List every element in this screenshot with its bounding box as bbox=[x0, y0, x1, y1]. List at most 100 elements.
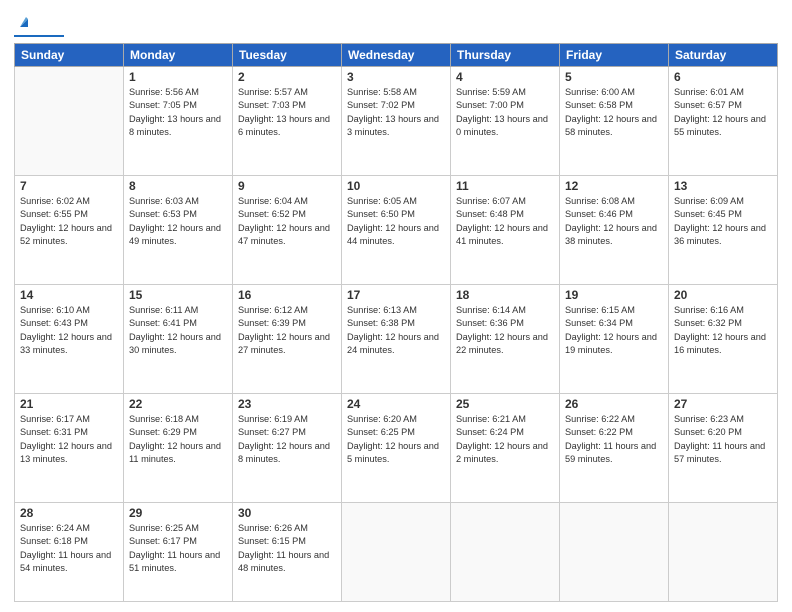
calendar-cell: 10 Sunrise: 6:05 AMSunset: 6:50 PMDayligh… bbox=[342, 175, 451, 284]
calendar-cell: 27 Sunrise: 6:23 AMSunset: 6:20 PMDayligh… bbox=[669, 393, 778, 502]
header-thursday: Thursday bbox=[451, 44, 560, 67]
day-number: 25 bbox=[456, 397, 554, 411]
calendar-cell: 5 Sunrise: 6:00 AMSunset: 6:58 PMDaylight… bbox=[560, 67, 669, 176]
calendar-cell: 3 Sunrise: 5:58 AMSunset: 7:02 PMDaylight… bbox=[342, 67, 451, 176]
calendar-cell: 18 Sunrise: 6:14 AMSunset: 6:36 PMDayligh… bbox=[451, 284, 560, 393]
day-info: Sunrise: 6:22 AMSunset: 6:22 PMDaylight:… bbox=[565, 413, 663, 466]
calendar-cell: 24 Sunrise: 6:20 AMSunset: 6:25 PMDayligh… bbox=[342, 393, 451, 502]
day-number: 16 bbox=[238, 288, 336, 302]
page: Sunday Monday Tuesday Wednesday Thursday… bbox=[0, 0, 792, 612]
day-info: Sunrise: 6:05 AMSunset: 6:50 PMDaylight:… bbox=[347, 195, 445, 248]
day-info: Sunrise: 6:14 AMSunset: 6:36 PMDaylight:… bbox=[456, 304, 554, 357]
day-info: Sunrise: 5:59 AMSunset: 7:00 PMDaylight:… bbox=[456, 86, 554, 139]
day-number: 21 bbox=[20, 397, 118, 411]
day-number: 13 bbox=[674, 179, 772, 193]
calendar-cell bbox=[451, 502, 560, 601]
header-wednesday: Wednesday bbox=[342, 44, 451, 67]
day-number: 22 bbox=[129, 397, 227, 411]
header-saturday: Saturday bbox=[669, 44, 778, 67]
day-info: Sunrise: 6:00 AMSunset: 6:58 PMDaylight:… bbox=[565, 86, 663, 139]
day-number: 6 bbox=[674, 70, 772, 84]
calendar-cell: 15Sunrise: 6:11 AMSunset: 6:41 PMDayligh… bbox=[124, 284, 233, 393]
day-info: Sunrise: 6:18 AMSunset: 6:29 PMDaylight:… bbox=[129, 413, 227, 466]
week-row-5: 28 Sunrise: 6:24 AMSunset: 6:18 PMDayligh… bbox=[15, 502, 778, 601]
header-friday: Friday bbox=[560, 44, 669, 67]
calendar-cell: 29 Sunrise: 6:25 AMSunset: 6:17 PMDayligh… bbox=[124, 502, 233, 601]
day-number: 20 bbox=[674, 288, 772, 302]
week-row-1: 1Sunrise: 5:56 AMSunset: 7:05 PMDaylight… bbox=[15, 67, 778, 176]
logo-icon bbox=[16, 13, 32, 29]
calendar-cell: 7 Sunrise: 6:02 AMSunset: 6:55 PMDaylight… bbox=[15, 175, 124, 284]
week-row-2: 7 Sunrise: 6:02 AMSunset: 6:55 PMDaylight… bbox=[15, 175, 778, 284]
calendar-cell: 9 Sunrise: 6:04 AMSunset: 6:52 PMDaylight… bbox=[233, 175, 342, 284]
day-info: Sunrise: 6:25 AMSunset: 6:17 PMDaylight:… bbox=[129, 522, 227, 575]
calendar-cell: 28 Sunrise: 6:24 AMSunset: 6:18 PMDayligh… bbox=[15, 502, 124, 601]
day-info: Sunrise: 6:02 AMSunset: 6:55 PMDaylight:… bbox=[20, 195, 118, 248]
day-number: 4 bbox=[456, 70, 554, 84]
day-info: Sunrise: 6:16 AMSunset: 6:32 PMDaylight:… bbox=[674, 304, 772, 357]
day-number: 10 bbox=[347, 179, 445, 193]
calendar-cell: 17Sunrise: 6:13 AMSunset: 6:38 PMDayligh… bbox=[342, 284, 451, 393]
day-info: Sunrise: 6:10 AMSunset: 6:43 PMDaylight:… bbox=[20, 304, 118, 357]
day-number: 30 bbox=[238, 506, 336, 520]
calendar-cell: 20 Sunrise: 6:16 AMSunset: 6:32 PMDayligh… bbox=[669, 284, 778, 393]
header-tuesday: Tuesday bbox=[233, 44, 342, 67]
day-number: 27 bbox=[674, 397, 772, 411]
day-info: Sunrise: 6:01 AMSunset: 6:57 PMDaylight:… bbox=[674, 86, 772, 139]
day-number: 29 bbox=[129, 506, 227, 520]
day-info: Sunrise: 6:21 AMSunset: 6:24 PMDaylight:… bbox=[456, 413, 554, 466]
day-info: Sunrise: 6:07 AMSunset: 6:48 PMDaylight:… bbox=[456, 195, 554, 248]
day-number: 14 bbox=[20, 288, 118, 302]
day-info: Sunrise: 6:24 AMSunset: 6:18 PMDaylight:… bbox=[20, 522, 118, 575]
day-number: 23 bbox=[238, 397, 336, 411]
day-info: Sunrise: 5:56 AMSunset: 7:05 PMDaylight:… bbox=[129, 86, 227, 139]
calendar-cell: 1Sunrise: 5:56 AMSunset: 7:05 PMDaylight… bbox=[124, 67, 233, 176]
day-number: 24 bbox=[347, 397, 445, 411]
calendar-cell: 12Sunrise: 6:08 AMSunset: 6:46 PMDayligh… bbox=[560, 175, 669, 284]
day-number: 5 bbox=[565, 70, 663, 84]
day-number: 19 bbox=[565, 288, 663, 302]
day-info: Sunrise: 5:58 AMSunset: 7:02 PMDaylight:… bbox=[347, 86, 445, 139]
calendar-cell: 30Sunrise: 6:26 AMSunset: 6:15 PMDayligh… bbox=[233, 502, 342, 601]
logo-line bbox=[14, 35, 64, 37]
day-number: 7 bbox=[20, 179, 118, 193]
day-info: Sunrise: 6:04 AMSunset: 6:52 PMDaylight:… bbox=[238, 195, 336, 248]
calendar-cell: 14 Sunrise: 6:10 AMSunset: 6:43 PMDayligh… bbox=[15, 284, 124, 393]
calendar-table: Sunday Monday Tuesday Wednesday Thursday… bbox=[14, 43, 778, 602]
calendar-cell: 21 Sunrise: 6:17 AMSunset: 6:31 PMDayligh… bbox=[15, 393, 124, 502]
day-info: Sunrise: 6:17 AMSunset: 6:31 PMDaylight:… bbox=[20, 413, 118, 466]
logo bbox=[14, 14, 64, 37]
day-info: Sunrise: 6:23 AMSunset: 6:20 PMDaylight:… bbox=[674, 413, 772, 466]
calendar-cell: 22 Sunrise: 6:18 AMSunset: 6:29 PMDayligh… bbox=[124, 393, 233, 502]
header-sunday: Sunday bbox=[15, 44, 124, 67]
weekday-header-row: Sunday Monday Tuesday Wednesday Thursday… bbox=[15, 44, 778, 67]
calendar-cell: 6 Sunrise: 6:01 AMSunset: 6:57 PMDaylight… bbox=[669, 67, 778, 176]
header bbox=[14, 10, 778, 37]
calendar-cell: 23Sunrise: 6:19 AMSunset: 6:27 PMDayligh… bbox=[233, 393, 342, 502]
week-row-4: 21 Sunrise: 6:17 AMSunset: 6:31 PMDayligh… bbox=[15, 393, 778, 502]
day-number: 11 bbox=[456, 179, 554, 193]
calendar-cell: 25 Sunrise: 6:21 AMSunset: 6:24 PMDayligh… bbox=[451, 393, 560, 502]
day-info: Sunrise: 6:09 AMSunset: 6:45 PMDaylight:… bbox=[674, 195, 772, 248]
day-number: 2 bbox=[238, 70, 336, 84]
day-number: 28 bbox=[20, 506, 118, 520]
day-number: 3 bbox=[347, 70, 445, 84]
week-row-3: 14 Sunrise: 6:10 AMSunset: 6:43 PMDayligh… bbox=[15, 284, 778, 393]
day-number: 9 bbox=[238, 179, 336, 193]
calendar-cell: 11 Sunrise: 6:07 AMSunset: 6:48 PMDayligh… bbox=[451, 175, 560, 284]
day-number: 15 bbox=[129, 288, 227, 302]
day-number: 17 bbox=[347, 288, 445, 302]
day-number: 26 bbox=[565, 397, 663, 411]
day-info: Sunrise: 6:12 AMSunset: 6:39 PMDaylight:… bbox=[238, 304, 336, 357]
calendar-cell bbox=[15, 67, 124, 176]
calendar-cell: 19Sunrise: 6:15 AMSunset: 6:34 PMDayligh… bbox=[560, 284, 669, 393]
calendar-cell: 8Sunrise: 6:03 AMSunset: 6:53 PMDaylight… bbox=[124, 175, 233, 284]
day-info: Sunrise: 6:08 AMSunset: 6:46 PMDaylight:… bbox=[565, 195, 663, 248]
day-info: Sunrise: 6:20 AMSunset: 6:25 PMDaylight:… bbox=[347, 413, 445, 466]
calendar-cell bbox=[560, 502, 669, 601]
calendar-cell: 13 Sunrise: 6:09 AMSunset: 6:45 PMDayligh… bbox=[669, 175, 778, 284]
day-info: Sunrise: 6:03 AMSunset: 6:53 PMDaylight:… bbox=[129, 195, 227, 248]
header-monday: Monday bbox=[124, 44, 233, 67]
day-number: 18 bbox=[456, 288, 554, 302]
calendar-cell: 4 Sunrise: 5:59 AMSunset: 7:00 PMDaylight… bbox=[451, 67, 560, 176]
